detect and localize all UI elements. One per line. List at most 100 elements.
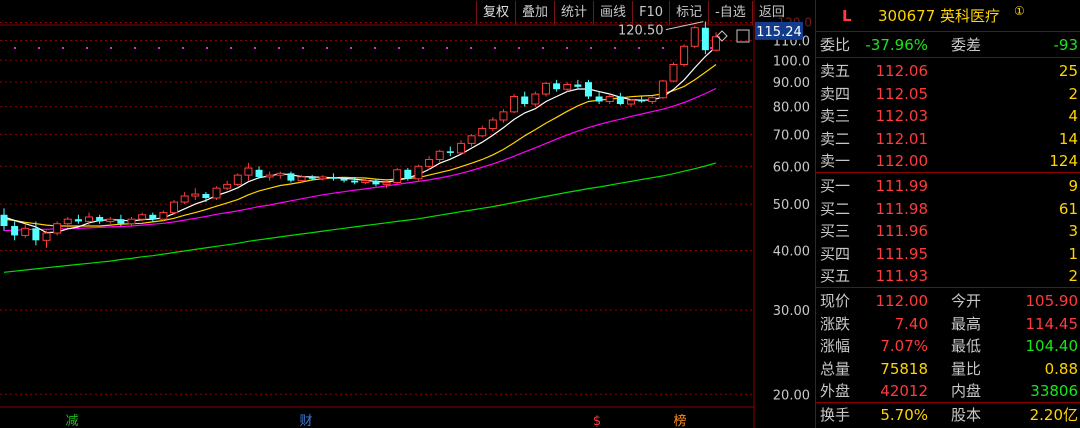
signal-dot	[110, 47, 112, 49]
toolbar-f10-button[interactable]: F10	[632, 1, 669, 25]
candle-body	[96, 216, 104, 222]
bid-row: 买四 111.95 1	[816, 242, 1080, 266]
candle	[414, 164, 423, 181]
quote-header: L 300677 英科医疗 ①	[816, 4, 1080, 28]
toolbar-stats-button[interactable]: 统计	[554, 1, 593, 25]
stat-value: 75818	[880, 359, 928, 378]
bid-row-price: 111.93	[875, 267, 929, 286]
divider	[816, 31, 1080, 32]
stat-row: 涨幅 7.07% 最低 104.40	[816, 334, 1080, 358]
ask-row-qty: 25	[1058, 62, 1078, 80]
stat-value: 7.40	[894, 314, 928, 333]
toolbar-fuquan-button[interactable]: 复权	[476, 1, 515, 25]
candle-body	[712, 36, 720, 51]
candle-body	[456, 142, 465, 154]
candle	[96, 214, 104, 224]
candle-body	[117, 219, 125, 224]
candle-body	[32, 228, 40, 241]
event-marker[interactable]: 减	[65, 414, 78, 428]
stat-row: 现价 112.00 今开 105.90	[816, 289, 1080, 313]
candle	[446, 146, 454, 157]
candle-body	[21, 227, 30, 236]
candle-body	[563, 83, 572, 90]
weicha-label: 委差	[951, 36, 982, 54]
stat-value: 33806	[1030, 382, 1078, 401]
candle-body	[404, 169, 412, 179]
signal-dot	[14, 47, 16, 49]
ma5-line	[3, 46, 717, 234]
signal-dot	[350, 47, 352, 49]
candle-body	[638, 100, 646, 102]
stat-label: 总量	[820, 359, 851, 378]
candle	[32, 221, 40, 246]
candle	[127, 216, 136, 227]
candle-body	[308, 176, 316, 179]
candle	[265, 171, 274, 181]
event-marker[interactable]: 财	[299, 414, 312, 428]
signal-dot	[158, 47, 160, 49]
candle	[541, 82, 550, 97]
candle-body	[212, 187, 221, 199]
webi-value: -37.96%	[865, 36, 928, 54]
candle	[574, 79, 582, 90]
y-axis-tick-label: 80.00	[773, 101, 810, 116]
candle-body	[340, 178, 348, 181]
ask-row-label: 卖四	[820, 84, 851, 103]
turnover-label: 换手	[820, 406, 851, 424]
candle-body	[276, 172, 285, 176]
stat-value: 112.00	[875, 292, 929, 310]
candle	[478, 125, 487, 138]
settings-box-icon[interactable]	[736, 29, 750, 43]
stat-label: 现价	[820, 292, 851, 310]
webi-row: 委比 -37.96% 委差 -93	[816, 33, 1080, 57]
candle-body	[106, 218, 115, 222]
candle	[648, 96, 657, 105]
candle-body	[63, 218, 72, 225]
candle-body	[574, 84, 582, 87]
toolbar-draw-button[interactable]: 画线	[593, 1, 632, 25]
candle-body	[180, 195, 189, 203]
toolbar-mark-button[interactable]: 标记	[669, 1, 708, 25]
kline-chart-area[interactable]: 120.0110.0100.090.0080.0070.0060.0050.00…	[0, 0, 815, 428]
bid-row-qty: 61	[1058, 199, 1078, 218]
bid-row: 买二 111.98 61	[816, 197, 1080, 221]
candle	[0, 208, 8, 231]
candle	[605, 94, 614, 105]
signal-dot	[86, 47, 88, 49]
ask-row-price: 112.01	[875, 129, 929, 148]
ask-row-price: 112.03	[875, 107, 929, 126]
kline-chart[interactable]: 120.0110.0100.090.0080.0070.0060.0050.00…	[0, 0, 815, 428]
toolbar-remove-watchlist-button[interactable]: -自选	[708, 1, 752, 25]
y-axis-tick-label: 40.00	[773, 244, 810, 259]
candle-body	[149, 214, 157, 220]
candle-body	[74, 219, 82, 222]
candle-body	[42, 232, 51, 241]
stock-name[interactable]: 英科医疗	[940, 4, 1000, 28]
bid-row-price: 111.95	[875, 244, 929, 263]
signal-dot	[518, 47, 520, 49]
stat-row: 总量 75818 量比 0.88	[816, 357, 1080, 381]
candle	[521, 91, 529, 107]
toolbar-overlay-button[interactable]: 叠加	[515, 1, 554, 25]
signal-dot	[590, 47, 592, 49]
share-capital-value: 2.20亿	[1029, 406, 1078, 424]
ask-row: 卖一 112.00 124	[816, 149, 1080, 173]
bid-row-price: 111.98	[875, 199, 929, 218]
weicha-value: -93	[1053, 36, 1079, 54]
candle	[626, 98, 635, 107]
ask-row-qty: 4	[1068, 107, 1078, 126]
candle	[276, 171, 285, 179]
signal-dot	[470, 47, 472, 49]
candle-body	[265, 174, 274, 178]
candle-body	[541, 82, 550, 95]
chart-toolbar: 复权 叠加 统计 画线 F10 标记 -自选 返回	[476, 1, 791, 25]
event-marker[interactable]: 榜	[673, 413, 686, 428]
candle-body	[658, 80, 667, 99]
high-annotation-label: 120.50	[618, 24, 664, 39]
current-price-tag: 115.24	[756, 25, 802, 40]
candle-body	[11, 226, 19, 236]
candle-body	[531, 93, 540, 105]
toolbar-back-button[interactable]: 返回	[751, 1, 791, 25]
turnover-value: 5.70%	[880, 406, 928, 424]
event-marker[interactable]: $	[593, 414, 601, 428]
